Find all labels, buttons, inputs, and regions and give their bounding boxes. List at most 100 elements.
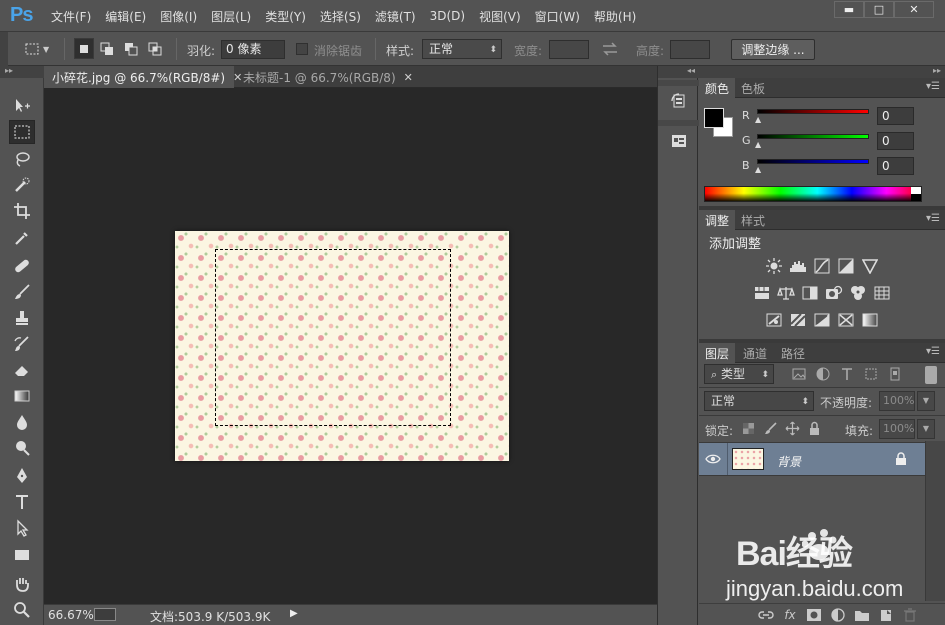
subtract-selection-button[interactable] [121,38,141,59]
menu-file[interactable]: 文件(F) [44,8,98,25]
eyedropper-tool[interactable] [9,226,35,250]
menu-help[interactable]: 帮助(H) [587,8,643,25]
layer-row-background[interactable]: 背景 [699,442,925,476]
panel-menu-icon[interactable]: ▾☰ [926,81,940,92]
gradient-tool[interactable] [9,384,35,408]
brush-tool[interactable] [9,280,35,304]
canvas-area[interactable] [44,88,657,604]
options-bar-grip[interactable] [0,32,8,66]
zoom-level[interactable]: 66.67% [48,608,94,622]
menu-image[interactable]: 图像(I) [153,8,204,25]
collapse-arrows-icon[interactable]: ▸▸ [699,66,945,78]
curves-icon[interactable] [813,258,831,274]
menu-type[interactable]: 类型(Y) [258,8,313,25]
color-spectrum-bar[interactable] [704,186,922,202]
tool-preset-picker[interactable]: ▼ [24,40,54,58]
width-input[interactable] [549,40,589,59]
lock-transparency-icon[interactable] [741,421,756,436]
fill-input[interactable]: 100% [879,419,915,439]
fill-dropdown-icon[interactable]: ▼ [917,419,935,439]
gradient-map-icon[interactable] [861,312,879,328]
menu-3d[interactable]: 3D(D) [423,9,472,23]
green-slider[interactable] [757,134,869,139]
black-white-swatch[interactable] [911,187,921,201]
blend-mode-select[interactable]: 正常 ⬍ [704,391,814,411]
panel-menu-icon[interactable]: ▾☰ [926,346,940,357]
toolbar-collapse-icon[interactable]: ▸▸ [0,66,44,78]
menu-edit[interactable]: 编辑(E) [98,8,153,25]
menu-window[interactable]: 窗口(W) [528,8,587,25]
hue-saturation-icon[interactable] [753,285,771,301]
tab-adjustments[interactable]: 调整 [699,210,736,230]
layer-filter-kind-select[interactable]: ⌕ 类型 ⬍ [704,364,774,384]
blue-slider[interactable] [757,159,869,164]
layer-thumbnail[interactable] [732,448,764,470]
new-selection-button[interactable] [74,38,94,59]
opacity-input[interactable]: 100% [879,391,915,411]
brightness-contrast-icon[interactable] [765,258,783,274]
menu-layer[interactable]: 图层(L) [204,8,258,25]
hand-tool[interactable] [9,572,35,596]
red-slider[interactable] [757,109,869,114]
black-white-icon[interactable] [801,285,819,301]
tab-layers[interactable]: 图层 [699,343,736,363]
tab-styles[interactable]: 样式 [735,210,771,230]
properties-panel-button[interactable] [668,130,690,152]
history-panel-button[interactable] [668,90,690,112]
document-image[interactable] [175,231,509,461]
channel-mixer-icon[interactable] [849,285,867,301]
color-balance-icon[interactable] [777,285,795,301]
healing-brush-tool[interactable] [9,254,35,278]
opacity-dropdown-icon[interactable]: ▼ [917,391,935,411]
type-layer-filter-icon[interactable] [839,366,855,382]
history-brush-tool[interactable] [9,332,35,356]
rectangle-tool[interactable] [9,543,35,567]
crop-tool[interactable] [9,199,35,223]
photo-filter-icon[interactable] [825,285,843,301]
lasso-tool[interactable] [9,147,35,171]
feather-input[interactable]: 0 像素 [221,40,285,59]
slider-thumb-icon[interactable]: ▲ [755,140,761,149]
green-value-input[interactable]: 0 [877,132,914,150]
dodge-tool[interactable] [9,436,35,460]
zoom-tool[interactable] [9,598,35,622]
blur-tool[interactable] [9,410,35,434]
adjustment-layer-filter-icon[interactable] [815,366,831,382]
layer-name[interactable]: 背景 [777,453,801,470]
style-select[interactable]: 正常 ⬍ [422,39,502,59]
color-lookup-icon[interactable] [873,285,891,301]
levels-icon[interactable] [789,258,807,274]
tab-color[interactable]: 颜色 [699,78,736,98]
vibrance-icon[interactable] [861,258,879,274]
exposure-icon[interactable] [837,258,855,274]
lock-all-icon[interactable] [807,421,822,436]
tab-document-1[interactable]: 小碎花.jpg @ 66.7%(RGB/8#) ✕ [44,66,242,88]
close-icon[interactable]: ✕ [404,71,413,84]
pixel-layer-filter-icon[interactable] [791,366,807,382]
status-view-icon[interactable] [94,608,116,621]
lock-position-icon[interactable] [785,421,800,436]
eraser-tool[interactable] [9,358,35,382]
close-window-button[interactable]: ✕ [894,1,934,18]
selection-marquee[interactable] [215,249,451,426]
intersect-selection-button[interactable] [145,38,165,59]
add-selection-button[interactable] [97,38,117,59]
tab-paths[interactable]: 路径 [775,343,811,363]
antialias-checkbox[interactable] [296,43,308,55]
tab-document-2[interactable]: 未标题-1 @ 66.7%(RGB/8) ✕ [235,66,413,88]
minimize-button[interactable]: ▬ [834,1,864,18]
tab-swatches[interactable]: 色板 [735,78,771,98]
path-selection-tool[interactable] [9,516,35,540]
tab-channels[interactable]: 通道 [737,343,773,363]
swap-arrows-icon[interactable] [601,42,619,56]
clone-stamp-tool[interactable] [9,306,35,330]
posterize-icon[interactable] [789,312,807,328]
type-tool[interactable] [9,490,35,514]
smart-object-filter-icon[interactable] [887,366,903,382]
quick-selection-tool[interactable] [9,173,35,197]
slider-thumb-icon[interactable]: ▲ [755,165,761,174]
blue-value-input[interactable]: 0 [877,157,914,175]
menu-view[interactable]: 视图(V) [472,8,528,25]
filter-toggle-switch[interactable] [925,366,937,384]
status-menu-arrow-icon[interactable]: ▶ [290,608,298,619]
